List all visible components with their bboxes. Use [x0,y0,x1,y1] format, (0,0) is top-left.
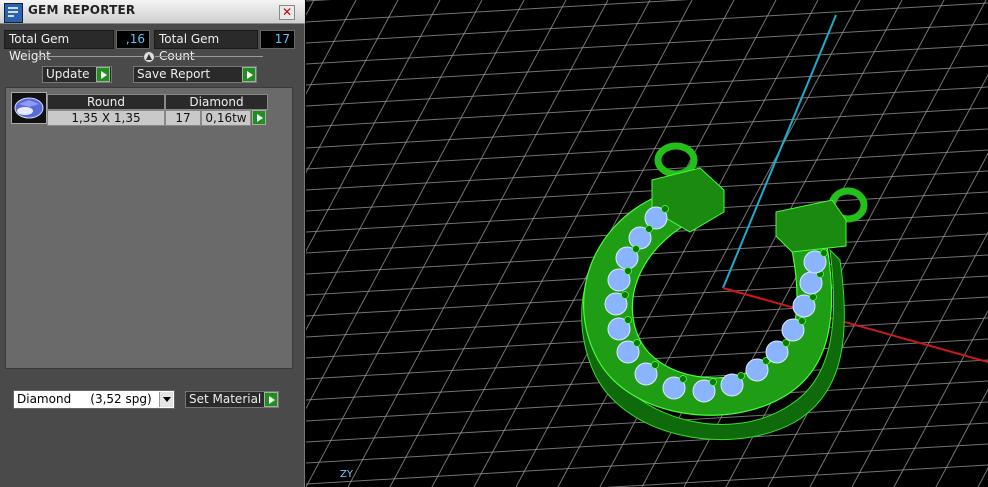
grid-line [306,65,988,107]
material-select[interactable]: Diamond (3,52 spg) [13,390,175,409]
material-density: (3,52 spg) [90,392,152,406]
grid-line [306,2,988,44]
grid-line [306,149,988,191]
grid-line [306,0,690,23]
grid-line [306,0,357,95]
save-report-go-icon[interactable] [242,67,256,82]
save-report-label: Save Report [137,67,211,81]
gem-reporter-app-icon [4,3,23,23]
material-name: Diamond [17,392,72,406]
chevron-down-icon[interactable] [159,392,173,407]
prong [820,249,828,257]
grid-line [725,0,987,487]
gem-reporter-panel: GEM REPORTER ✕ Total Gem Weight ,16 Tota… [0,0,305,487]
update-go-icon[interactable] [96,67,110,82]
3d-viewport[interactable] [306,0,988,487]
gem-row-go-icon[interactable] [252,110,266,125]
grid-line [893,309,988,487]
set-material-label: Set Material [189,392,262,406]
prong [624,267,632,275]
total-gem-count-value: 17 [260,30,295,49]
grid-line [306,296,988,338]
prong [798,317,806,325]
close-icon: ✕ [281,5,293,19]
splitter-collapse-icon[interactable]: ▲ [143,51,155,63]
prong [661,205,669,213]
window-title: GEM REPORTER [28,3,136,17]
prong [621,291,629,299]
grid-line [306,44,988,86]
view-axis-indicator: ZY [340,469,353,480]
prong [632,245,640,253]
prong [651,361,659,369]
prong [709,378,717,386]
gem-shape-header: Round [47,94,165,110]
grid-line [306,23,988,65]
grid-line [306,422,988,464]
prong [645,225,653,233]
right-end-block [775,199,847,253]
gem-weight-cell: 0,16tw [201,110,251,126]
prong [624,316,632,324]
gem-material-header: Diamond [165,94,268,110]
prong [737,372,745,380]
grid-line [306,0,567,487]
gem-list: Round Diamond 1,35 X 1,35 17 0,16tw [5,87,293,369]
round-gem-thumbnail-icon[interactable] [11,92,47,124]
close-button[interactable]: ✕ [279,5,295,20]
update-label: Update [46,67,90,81]
grid-line [306,0,332,2]
save-report-button[interactable]: Save Report [133,66,257,83]
grid-line [604,464,988,487]
grid-line [935,388,988,487]
prong [679,375,687,383]
grid-line [977,467,988,487]
horseshoe-pendant-model[interactable] [581,142,868,440]
grid-line [306,107,988,149]
left-jump-ring [654,142,698,178]
title-bar: GEM REPORTER ✕ [0,0,305,24]
grid-line [347,0,609,487]
total-gem-weight-value: ,16 [116,30,150,49]
grid-line [306,0,525,410]
set-material-go-icon[interactable] [264,392,278,407]
prong [809,293,817,301]
grid-line [306,86,988,128]
total-gem-weight-label: Total Gem Weight [4,30,114,63]
total-gem-count-label: Total Gem Count [154,30,258,63]
gem-size-cell: 1,35 X 1,35 [47,110,165,126]
gem-count-cell: 17 [165,110,201,126]
prong [633,339,641,347]
